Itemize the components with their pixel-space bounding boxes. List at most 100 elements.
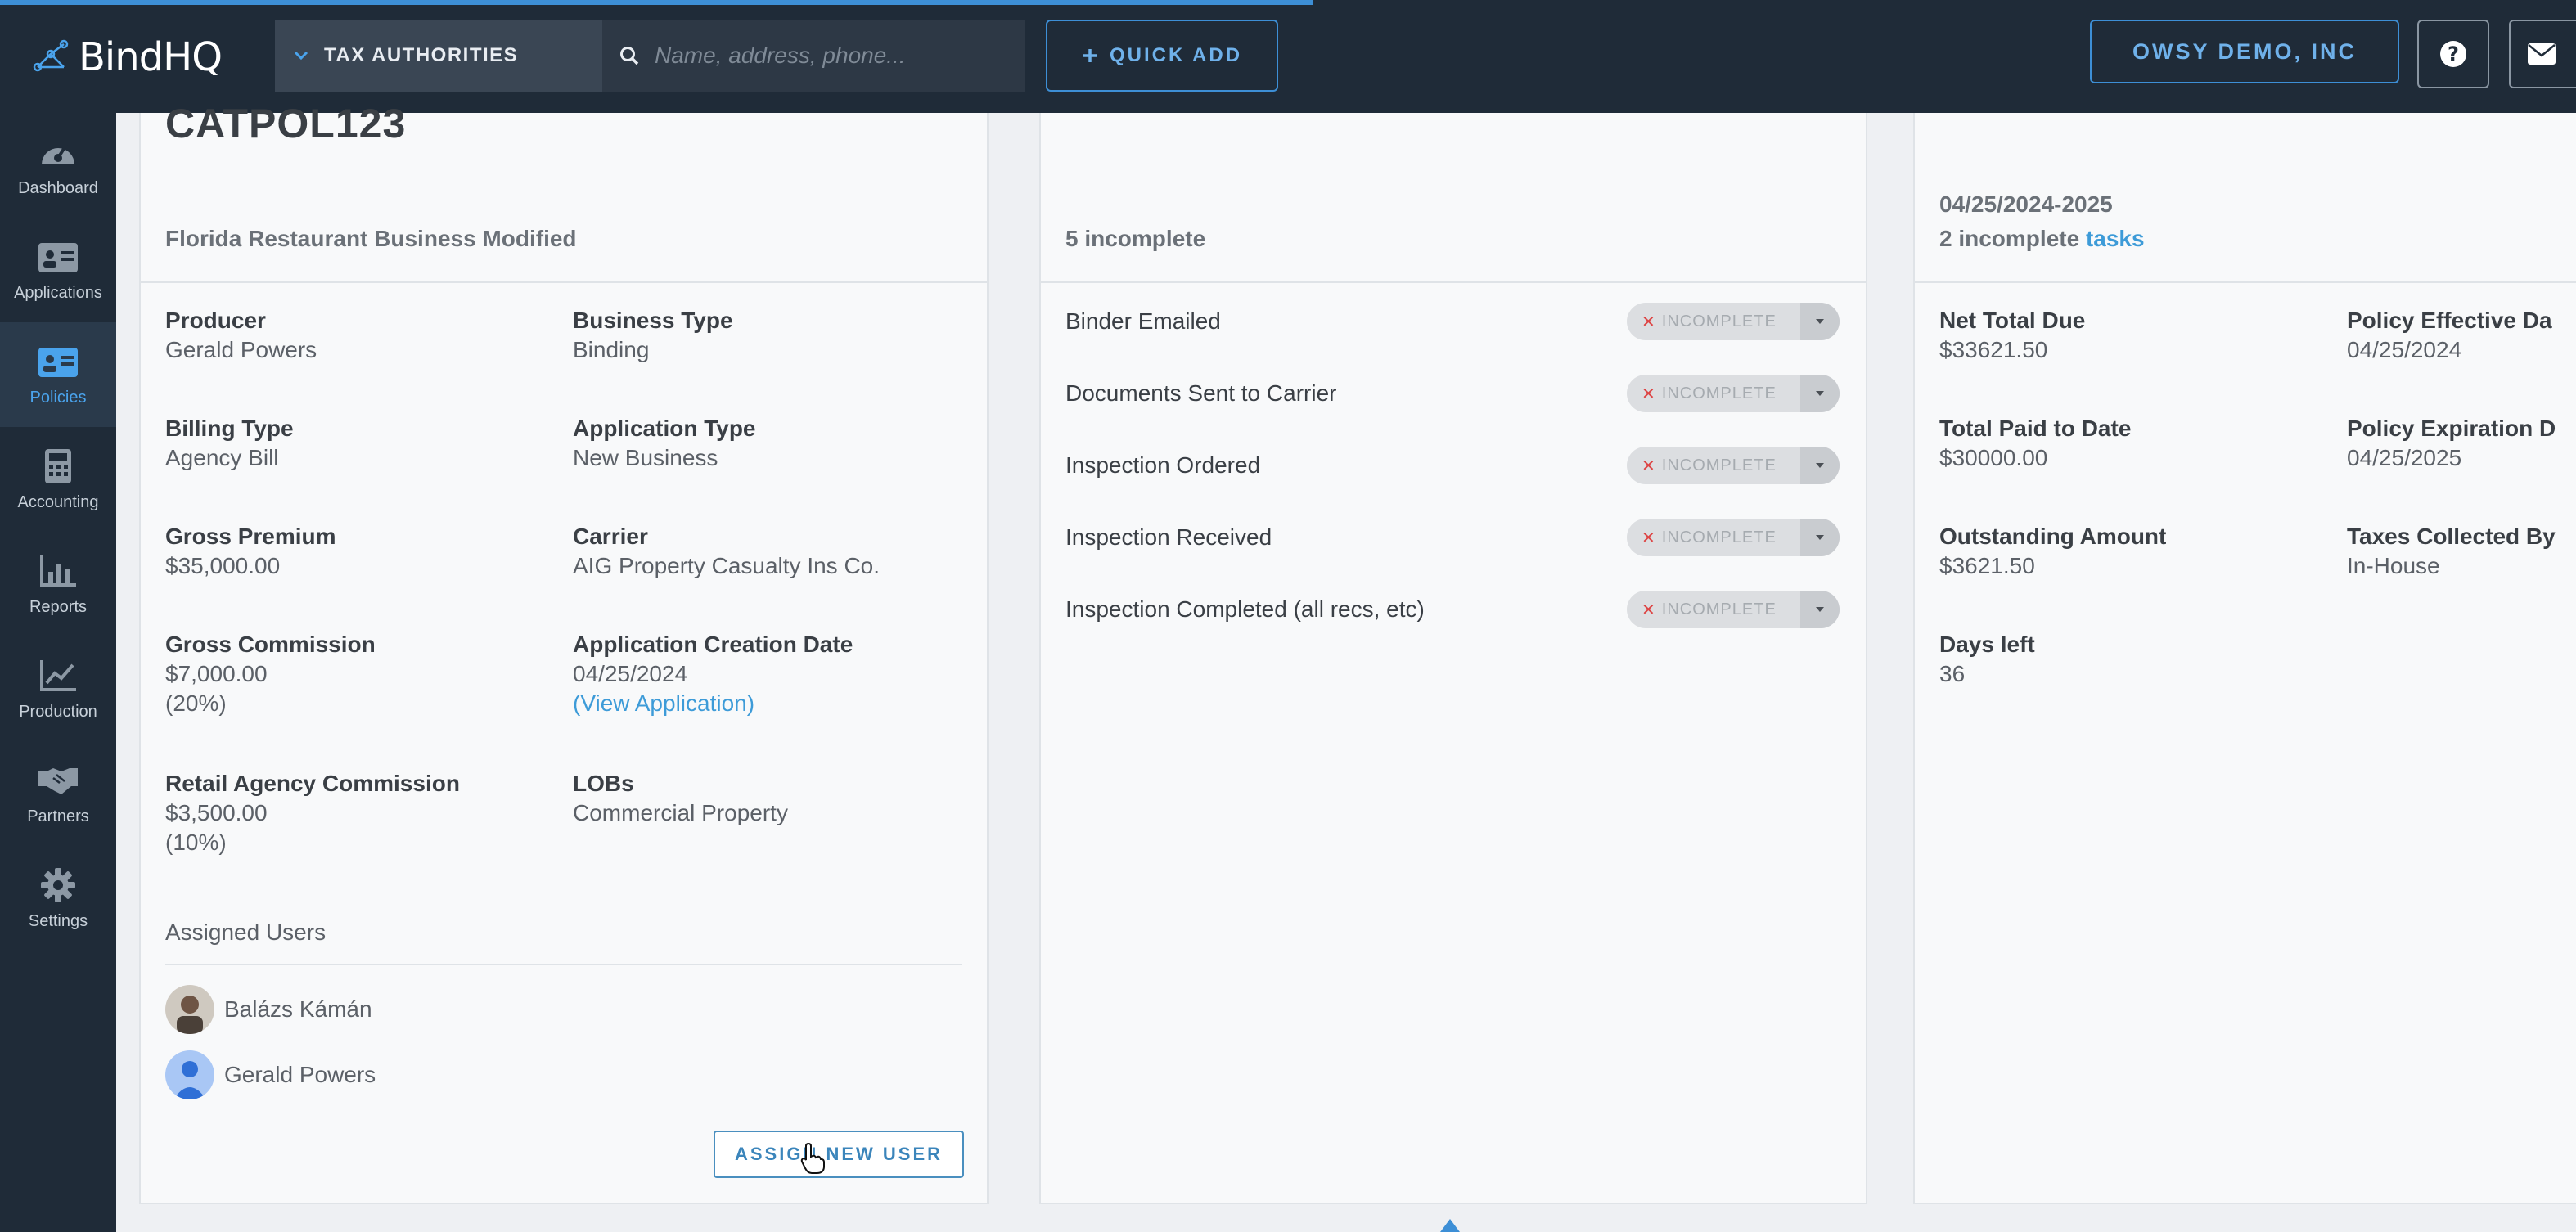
top-navbar: BindHQ TAX AUTHORITIES QUICK ADD OWSY DE…: [0, 0, 2576, 113]
field-value: $35,000.00: [165, 553, 281, 578]
view-application-link[interactable]: (View Application): [573, 689, 966, 718]
avatar: [165, 1050, 214, 1099]
field-business-type: Business Type Binding: [573, 306, 966, 365]
divider: [141, 281, 987, 283]
task-name: Inspection Ordered: [1065, 452, 1261, 478]
search-field[interactable]: [602, 20, 1025, 92]
calculator-icon: [45, 448, 71, 483]
field-label: Outstanding Amount: [1939, 524, 2167, 549]
logo-text: BindHQ: [79, 34, 223, 80]
policy-description: Florida Restaurant Business Modified: [165, 226, 577, 251]
assigned-user[interactable]: Balázs Kámán: [165, 985, 372, 1034]
user-name: Gerald Powers: [224, 1062, 376, 1087]
bar-chart-icon: [40, 555, 76, 587]
field-gross-premium: Gross Premium $35,000.00: [165, 522, 558, 581]
help-button[interactable]: ?: [2417, 20, 2489, 88]
field-value: New Business: [573, 445, 718, 470]
task-status-dropdown[interactable]: ✕ INCOMPLETE: [1627, 447, 1840, 484]
field-application-type: Application Type New Business: [573, 414, 966, 473]
field-outstanding-amount: Outstanding Amount $3621.50: [1939, 522, 2332, 581]
quick-add-button[interactable]: QUICK ADD: [1046, 20, 1278, 92]
bindhq-logo[interactable]: BindHQ: [28, 33, 223, 82]
field-value: $30000.00: [1939, 445, 2048, 470]
checklist-task: Inspection Ordered ✕ INCOMPLETE: [1065, 445, 1840, 486]
task-name: Binder Emailed: [1065, 308, 1221, 334]
task-name: Inspection Completed (all recs, etc): [1065, 596, 1425, 622]
search-scope-label: TAX AUTHORITIES: [324, 44, 519, 66]
assigned-user[interactable]: Gerald Powers: [165, 1050, 376, 1099]
line-chart-icon: [40, 659, 76, 691]
task-status-dropdown[interactable]: ✕ INCOMPLETE: [1627, 591, 1840, 628]
task-status-dropdown[interactable]: ✕ INCOMPLETE: [1627, 519, 1840, 556]
field-lobs: LOBs Commercial Property: [573, 769, 966, 828]
sidebar-item-production[interactable]: Production: [0, 636, 116, 741]
caret-down-icon: [1800, 303, 1840, 340]
field-label: Application Creation Date: [573, 632, 853, 657]
field-gross-commission: Gross Commission $7,000.00 (20%): [165, 630, 558, 718]
sidebar-item-label: Accounting: [17, 492, 99, 511]
task-status: INCOMPLETE: [1661, 384, 1777, 402]
field-value: $7,000.00: [165, 661, 268, 686]
checklist-task: Documents Sent to Carrier ✕ INCOMPLETE: [1065, 373, 1840, 414]
field-value: Gerald Powers: [165, 337, 317, 362]
sidebar-item-label: Applications: [14, 283, 102, 302]
field-value: $33621.50: [1939, 337, 2048, 362]
plus-icon: [1083, 49, 1097, 62]
messages-button[interactable]: [2509, 20, 2576, 88]
search-input[interactable]: [655, 43, 1007, 69]
tasks-link[interactable]: tasks: [2086, 226, 2145, 251]
field-label: Billing Type: [165, 416, 294, 441]
field-taxes-collected-by: Taxes Collected By In-House: [2347, 522, 2576, 581]
question-icon: ?: [2440, 41, 2466, 67]
checklist-task: Inspection Completed (all recs, etc) ✕ I…: [1065, 589, 1840, 630]
checklist-card: 5 incomplete Binder Emailed ✕ INCOMPLETE…: [1039, 113, 1867, 1204]
field-net-total-due: Net Total Due $33621.50: [1939, 306, 2332, 365]
sidebar-item-reports[interactable]: Reports: [0, 532, 116, 636]
field-label: Policy Effective Da: [2347, 308, 2552, 333]
company-switcher-button[interactable]: OWSY DEMO, INC: [2090, 20, 2399, 83]
field-label: Application Type: [573, 416, 756, 441]
divider: [1041, 281, 1866, 283]
sidebar-item-settings[interactable]: Settings: [0, 846, 116, 951]
field-carrier: Carrier AIG Property Casualty Ins Co.: [573, 522, 966, 581]
field-percent: (10%): [165, 830, 227, 855]
svg-text:?: ?: [2448, 43, 2459, 65]
handshake-icon: [38, 767, 78, 794]
field-value: $3621.50: [1939, 553, 2035, 578]
search-icon: [620, 47, 639, 65]
field-label: Retail Agency Commission: [165, 771, 460, 796]
sidebar-item-policies[interactable]: Policies: [0, 322, 116, 427]
field-value: Agency Bill: [165, 445, 279, 470]
sidebar-item-partners[interactable]: Partners: [0, 741, 116, 846]
sidebar-item-applications[interactable]: Applications: [0, 218, 116, 322]
field-billing-type: Billing Type Agency Bill: [165, 414, 558, 473]
x-icon: ✕: [1642, 384, 1655, 403]
divider: [165, 964, 962, 965]
scroll-indicator-icon[interactable]: [1440, 1219, 1460, 1232]
sidebar-item-label: Partners: [27, 807, 89, 825]
field-label: Net Total Due: [1939, 308, 2086, 333]
gear-icon: [41, 867, 75, 902]
assign-new-user-button[interactable]: ASSIGN NEW USER: [714, 1131, 964, 1178]
sidebar-item-label: Dashboard: [18, 178, 98, 197]
field-value: 36: [1939, 661, 1966, 686]
task-status-dropdown[interactable]: ✕ INCOMPLETE: [1627, 303, 1840, 340]
x-icon: ✕: [1642, 528, 1655, 547]
field-value: Commercial Property: [573, 800, 788, 825]
search-scope-select[interactable]: TAX AUTHORITIES: [275, 20, 602, 92]
field-label: Policy Expiration D: [2347, 416, 2556, 441]
sidebar-item-accounting[interactable]: Accounting: [0, 427, 116, 532]
user-photo-icon: [165, 985, 214, 1034]
id-badge-icon: [38, 347, 78, 377]
field-value: AIG Property Casualty Ins Co.: [573, 553, 880, 578]
sidebar-item-dashboard[interactable]: Dashboard: [0, 113, 116, 218]
field-policy-expiration-date: Policy Expiration D 04/25/2025: [2347, 414, 2576, 473]
caret-down-icon: [1800, 591, 1840, 628]
task-status-dropdown[interactable]: ✕ INCOMPLETE: [1627, 375, 1840, 412]
field-retail-agency-commission: Retail Agency Commission $3,500.00 (10%): [165, 769, 558, 857]
checklist-summary: 5 incomplete: [1065, 226, 1206, 251]
x-icon: ✕: [1642, 312, 1655, 331]
page-load-progress: [0, 0, 1313, 5]
field-label: Gross Premium: [165, 524, 336, 549]
user-name: Balázs Kámán: [224, 996, 372, 1022]
